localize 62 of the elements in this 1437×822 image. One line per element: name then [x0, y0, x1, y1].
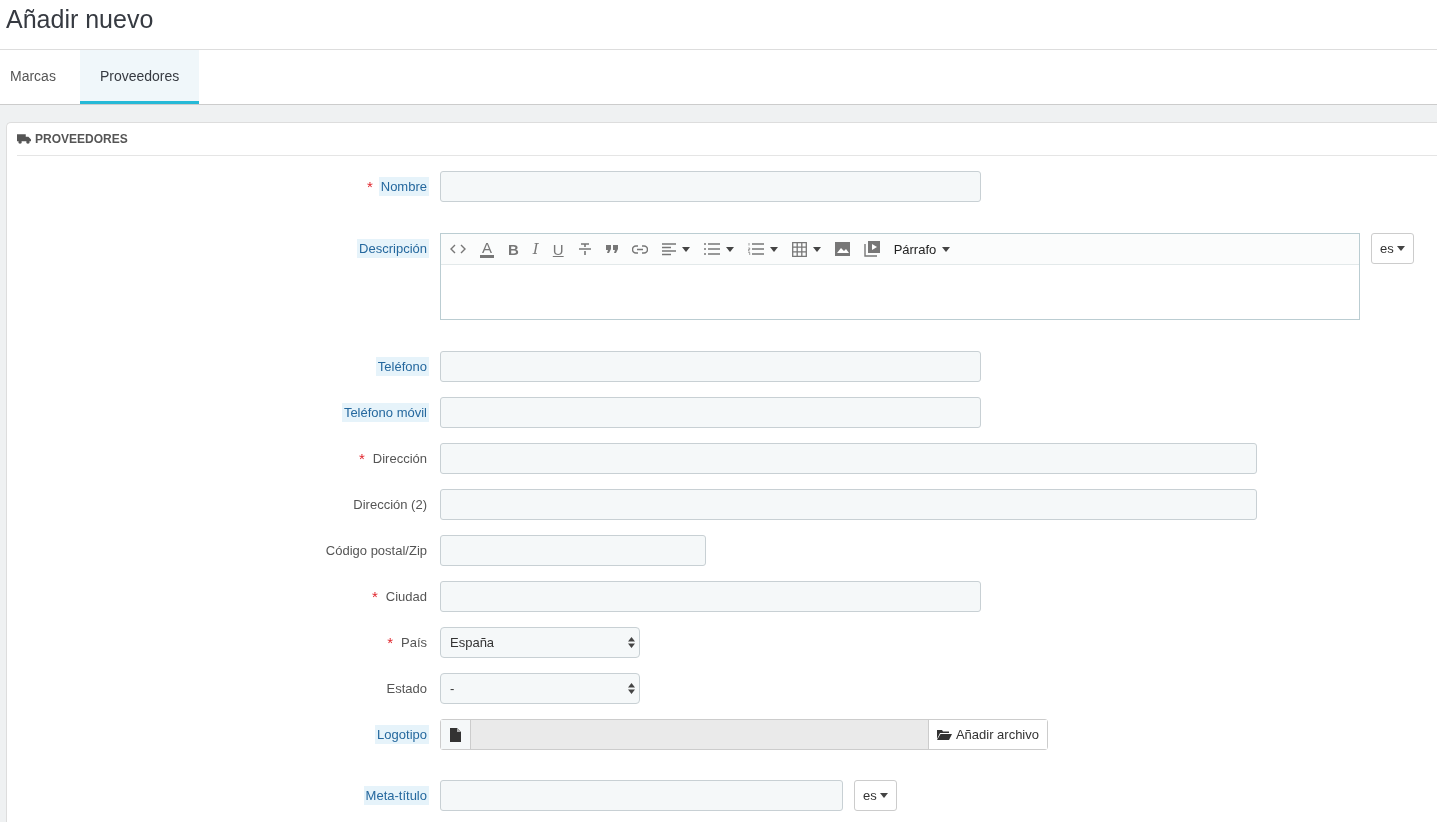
caret-icon[interactable]	[725, 246, 734, 252]
format-button[interactable]: U	[552, 241, 564, 257]
field-label: País	[400, 634, 428, 652]
field-label: Estado	[385, 680, 428, 698]
panel-title: PROVEEDORES	[35, 132, 128, 146]
caret-icon	[879, 793, 888, 798]
paragraph-format-dropdown[interactable]: Párrafo	[893, 241, 937, 257]
field-label: Dirección	[371, 450, 428, 468]
field-label: Teléfono móvil	[341, 403, 429, 422]
file-field[interactable]: Añadir archivo	[440, 719, 1048, 750]
caret-icon	[1396, 246, 1405, 251]
text-input[interactable]	[440, 443, 1257, 474]
format-button[interactable]: I	[532, 241, 539, 257]
caret-icon[interactable]	[942, 246, 951, 252]
text-input[interactable]	[440, 351, 981, 382]
required-asterisk: *	[387, 634, 393, 651]
page-title: Añadir nuevo	[0, 0, 1437, 50]
field-label: Ciudad	[384, 588, 428, 606]
caret-icon[interactable]	[769, 246, 778, 252]
field-label: Dirección (2)	[352, 496, 428, 514]
required-asterisk: *	[358, 450, 365, 467]
field-label: Meta-título	[363, 786, 429, 805]
format-button[interactable]: A	[480, 240, 494, 258]
text-input[interactable]	[440, 581, 981, 612]
image-icon[interactable]	[834, 242, 850, 256]
language-dropdown[interactable]: es	[1371, 233, 1414, 264]
code-icon[interactable]	[450, 244, 466, 254]
text-input[interactable]	[440, 397, 981, 428]
text-input[interactable]	[440, 780, 843, 811]
text-input[interactable]	[440, 171, 981, 202]
field-label: Teléfono	[375, 357, 429, 376]
caret-icon[interactable]	[812, 246, 821, 252]
numbered-list-icon[interactable]	[747, 243, 764, 255]
file-icon	[450, 727, 461, 742]
align-left-icon[interactable]	[661, 242, 676, 256]
required-asterisk: *	[371, 588, 378, 605]
text-input[interactable]	[440, 535, 706, 566]
strikethrough-icon[interactable]	[577, 243, 592, 255]
caret-icon[interactable]	[681, 246, 690, 252]
link-icon[interactable]	[631, 244, 648, 254]
folder-icon	[936, 729, 952, 740]
up-down-arrows-icon	[628, 637, 635, 648]
select-dropdown[interactable]: España	[440, 627, 640, 658]
text-input[interactable]	[440, 489, 1257, 520]
select-dropdown[interactable]: -	[440, 673, 640, 704]
add-file-button[interactable]: Añadir archivo	[927, 720, 1047, 749]
tab[interactable]: Proveedores	[79, 50, 200, 104]
format-button[interactable]: B	[508, 241, 519, 257]
video-icon[interactable]	[863, 241, 880, 257]
field-label: Descripción	[357, 239, 429, 258]
quote-icon[interactable]	[605, 245, 618, 253]
truck-icon	[17, 134, 31, 144]
tab[interactable]: Marcas	[0, 50, 77, 104]
field-label: Nombre	[378, 177, 429, 196]
bullet-list-icon[interactable]	[703, 243, 720, 255]
up-down-arrows-icon	[628, 683, 635, 694]
field-label: Código postal/Zip	[324, 542, 428, 560]
language-dropdown[interactable]: es	[854, 780, 897, 811]
required-asterisk: *	[366, 178, 373, 195]
table-icon[interactable]	[791, 241, 807, 257]
field-label: Logotipo	[375, 725, 429, 744]
rich-text-editor[interactable]: A B I U Párrafo	[440, 233, 1360, 320]
